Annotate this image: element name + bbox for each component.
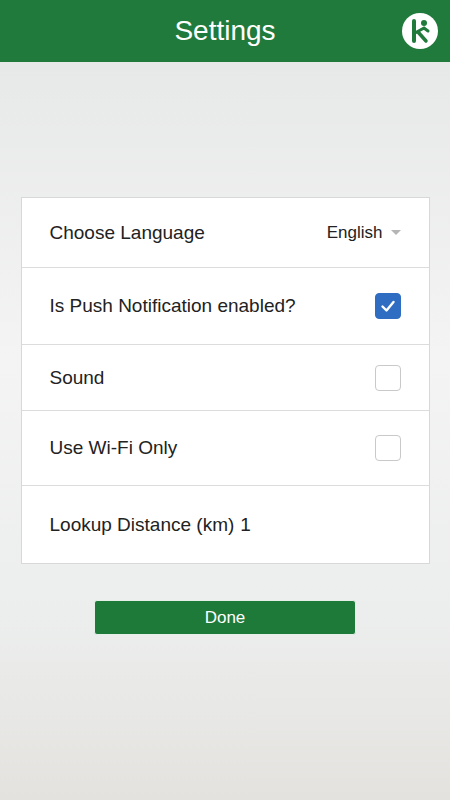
setting-label: Choose Language [50,222,205,244]
header-title: Settings [174,15,275,47]
settings-row[interactable]: Is Push Notification enabled? [22,268,429,345]
checkmark-icon [379,297,397,315]
checkbox[interactable] [375,293,401,319]
checkbox[interactable] [375,365,401,391]
setting-label: Sound [50,367,105,389]
settings-row: Lookup Distance (km)1 [22,486,429,563]
settings-row[interactable]: Use Wi-Fi Only [22,411,429,486]
setting-label: Lookup Distance (km)1 [50,514,251,536]
header-bar: Settings [0,0,450,62]
setting-label: Use Wi-Fi Only [50,437,178,459]
settings-screen: Settings Choose Language English Is Push No… [0,0,450,800]
setting-label: Is Push Notification enabled? [50,295,296,317]
settings-row[interactable]: Sound [22,345,429,411]
done-button[interactable]: Done [94,600,356,635]
settings-row[interactable]: Choose Language English [22,198,429,268]
settings-card: Choose Language English Is Push Notificati… [21,197,430,564]
app-logo-icon[interactable] [402,13,438,49]
checkbox[interactable] [375,435,401,461]
language-select[interactable]: English [327,223,401,243]
dropdown-caret-icon [391,230,401,235]
content-area: Choose Language English Is Push Notificati… [0,62,450,800]
setting-value: 1 [240,514,251,536]
